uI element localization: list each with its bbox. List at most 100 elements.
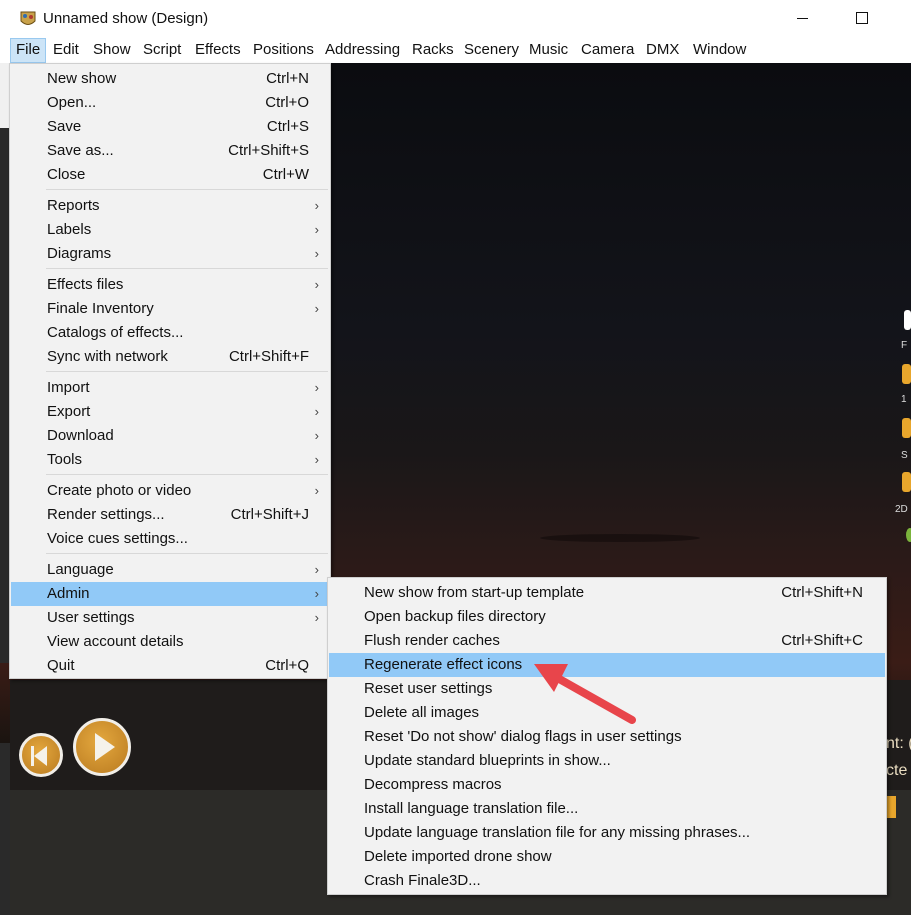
menu-item-shortcut: Ctrl+O (265, 94, 309, 111)
admin-item-install-translation[interactable]: Install language translation file... (329, 797, 885, 821)
side-tool-icon[interactable] (902, 472, 911, 492)
file-menu: New show Ctrl+N Open... Ctrl+O Save Ctrl… (9, 63, 331, 679)
admin-item-update-translation[interactable]: Update language translation file for any… (329, 821, 885, 845)
side-tool-icon[interactable] (902, 364, 911, 384)
menu-item-shortcut: Ctrl+W (262, 166, 309, 183)
menu-item-voice-cues[interactable]: Voice cues settings... (11, 527, 329, 551)
menu-edit[interactable]: Edit (48, 38, 84, 63)
3d-viewport[interactable] (330, 63, 911, 663)
menu-show[interactable]: Show (88, 38, 136, 63)
admin-item-open-backup[interactable]: Open backup files directory (329, 605, 885, 629)
menu-item-label: Update standard blueprints in show... (364, 752, 611, 769)
speaker-icon[interactable] (886, 796, 896, 818)
side-tool-icon[interactable] (902, 418, 911, 438)
menu-item-quit[interactable]: Quit Ctrl+Q (11, 654, 329, 678)
menu-item-save-as[interactable]: Save as... Ctrl+Shift+S (11, 139, 329, 163)
menu-item-user-settings[interactable]: User settings › (11, 606, 329, 630)
menu-item-sync-network[interactable]: Sync with network Ctrl+Shift+F (11, 345, 329, 369)
menu-item-view-account[interactable]: View account details (11, 630, 329, 654)
side-label: 2D (895, 504, 908, 515)
play-icon (95, 733, 115, 761)
minimize-icon[interactable] (797, 18, 808, 19)
menu-item-download[interactable]: Download › (11, 424, 329, 448)
menu-scenery[interactable]: Scenery (459, 38, 524, 63)
menu-item-label: Decompress macros (364, 776, 502, 793)
admin-item-delete-drone-show[interactable]: Delete imported drone show (329, 845, 885, 869)
menu-item-render-settings[interactable]: Render settings... Ctrl+Shift+J (11, 503, 329, 527)
submenu-arrow-icon: › (314, 301, 319, 316)
menu-item-label: Tools (47, 451, 83, 468)
menu-item-admin[interactable]: Admin › (11, 582, 329, 606)
maximize-icon[interactable] (856, 12, 868, 24)
menu-item-shortcut: Ctrl+Q (265, 657, 309, 674)
menu-window[interactable]: Window (688, 38, 751, 63)
menu-item-create-photo-video[interactable]: Create photo or video › (11, 479, 329, 503)
previous-icon-shape (34, 746, 47, 766)
admin-item-crash-finale[interactable]: Crash Finale3D... (329, 869, 885, 893)
menu-item-label: Quit (47, 657, 75, 674)
menu-item-diagrams[interactable]: Diagrams › (11, 242, 329, 266)
title-bar: Unnamed show (Design) (0, 0, 911, 38)
menu-item-finale-inventory[interactable]: Finale Inventory › (11, 297, 329, 321)
menu-item-close[interactable]: Close Ctrl+W (11, 163, 329, 187)
menu-item-label: Language (47, 561, 114, 578)
menu-item-shortcut: Ctrl+Shift+F (228, 348, 309, 365)
menu-item-label: Sync with network (47, 348, 168, 365)
menu-item-label: Diagrams (47, 245, 112, 262)
menu-separator (46, 189, 328, 190)
menu-item-label: Effects files (47, 276, 124, 293)
previous-button[interactable] (19, 733, 63, 777)
menu-item-label: Reports (47, 197, 100, 214)
submenu-arrow-icon: › (314, 586, 319, 601)
submenu-arrow-icon: › (314, 428, 319, 443)
menu-positions[interactable]: Positions (248, 38, 319, 63)
menu-separator (46, 553, 328, 554)
menu-item-label: Install language translation file... (364, 800, 579, 817)
menu-item-reports[interactable]: Reports › (11, 194, 329, 218)
menu-camera[interactable]: Camera (576, 38, 639, 63)
admin-item-new-show-template[interactable]: New show from start-up template Ctrl+Shi… (329, 581, 885, 605)
menu-file[interactable]: File (10, 38, 47, 63)
menu-item-label: Update language translation file for any… (364, 824, 751, 841)
menu-item-label: Download (47, 427, 114, 444)
menu-item-catalogs[interactable]: Catalogs of effects... (11, 321, 329, 345)
menu-item-label: Catalogs of effects... (47, 324, 184, 341)
admin-item-decompress-macros[interactable]: Decompress macros (329, 773, 885, 797)
menu-item-label: Delete imported drone show (364, 848, 552, 865)
submenu-arrow-icon: › (314, 452, 319, 467)
menu-item-save[interactable]: Save Ctrl+S (11, 115, 329, 139)
menu-script[interactable]: Script (138, 38, 186, 63)
menu-item-tools[interactable]: Tools › (11, 448, 329, 472)
menu-item-shortcut: Ctrl+N (266, 70, 309, 87)
menu-addressing[interactable]: Addressing (320, 38, 405, 63)
menu-item-label: Render settings... (47, 506, 165, 523)
menu-item-label: Export (47, 403, 91, 420)
menu-separator (46, 268, 328, 269)
side-toolbar: F 1 S 2D (895, 300, 911, 560)
status-text: nt: ( (886, 735, 911, 752)
play-button[interactable] (73, 718, 131, 776)
menu-item-shortcut: Ctrl+Shift+S (228, 142, 309, 159)
submenu-arrow-icon: › (314, 198, 319, 213)
menu-item-label: User settings (47, 609, 135, 626)
side-label: S (901, 450, 908, 461)
menu-racks[interactable]: Racks (407, 38, 459, 63)
menu-item-language[interactable]: Language › (11, 558, 329, 582)
menu-music[interactable]: Music (524, 38, 573, 63)
submenu-arrow-icon: › (314, 222, 319, 237)
menu-item-new-show[interactable]: New show Ctrl+N (11, 67, 329, 91)
menu-item-effects-files[interactable]: Effects files › (11, 273, 329, 297)
menu-dmx[interactable]: DMX (641, 38, 684, 63)
cloud (540, 534, 700, 542)
menu-separator (46, 371, 328, 372)
menu-item-import[interactable]: Import › (11, 376, 329, 400)
menu-item-open[interactable]: Open... Ctrl+O (11, 91, 329, 115)
side-tool-icon[interactable] (904, 310, 911, 330)
menu-item-label: New show (47, 70, 117, 87)
menu-effects[interactable]: Effects (190, 38, 246, 63)
annotation-arrow (534, 664, 636, 724)
menu-item-export[interactable]: Export › (11, 400, 329, 424)
submenu-arrow-icon: › (314, 380, 319, 395)
admin-item-update-blueprints[interactable]: Update standard blueprints in show... (329, 749, 885, 773)
menu-item-labels[interactable]: Labels › (11, 218, 329, 242)
